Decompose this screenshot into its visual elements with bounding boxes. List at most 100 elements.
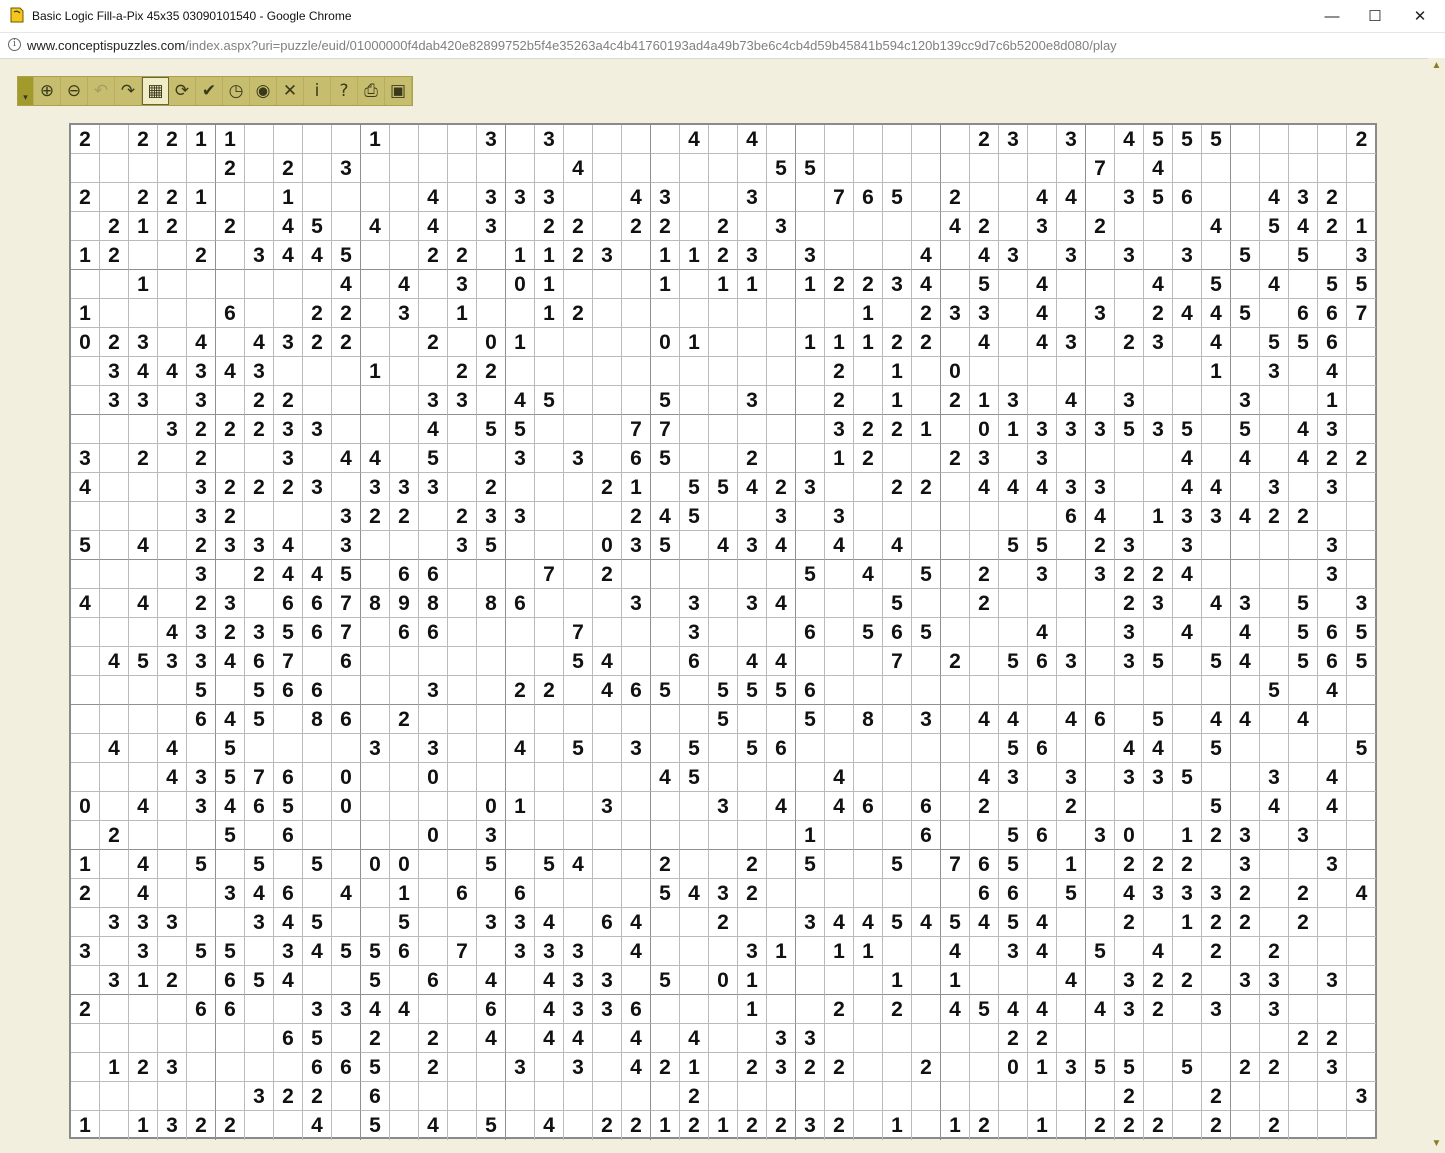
puzzle-cell[interactable]	[535, 763, 564, 792]
puzzle-cell[interactable]: 4	[1289, 212, 1318, 241]
puzzle-cell[interactable]	[825, 1024, 854, 1053]
puzzle-cell[interactable]	[1347, 357, 1376, 386]
puzzle-cell[interactable]	[187, 734, 216, 763]
puzzle-cell[interactable]	[477, 386, 506, 415]
puzzle-cell[interactable]	[158, 299, 187, 328]
puzzle-cell[interactable]: 3	[1086, 415, 1115, 444]
puzzle-cell[interactable]	[535, 357, 564, 386]
puzzle-cell[interactable]	[1318, 1111, 1347, 1140]
puzzle-cell[interactable]: 6	[245, 792, 274, 821]
puzzle-cell[interactable]	[854, 589, 883, 618]
puzzle-cell[interactable]: 5	[1231, 299, 1260, 328]
puzzle-cell[interactable]	[448, 966, 477, 995]
puzzle-cell[interactable]	[419, 879, 448, 908]
puzzle-cell[interactable]: 1	[651, 270, 680, 299]
puzzle-cell[interactable]	[680, 444, 709, 473]
puzzle-cell[interactable]	[535, 502, 564, 531]
puzzle-cell[interactable]: 4	[1231, 647, 1260, 676]
puzzle-cell[interactable]	[564, 821, 593, 850]
puzzle-cell[interactable]	[883, 502, 912, 531]
puzzle-cell[interactable]: 2	[274, 473, 303, 502]
puzzle-cell[interactable]: 3	[1318, 850, 1347, 879]
puzzle-cell[interactable]: 4	[1260, 183, 1289, 212]
puzzle-cell[interactable]	[709, 1024, 738, 1053]
puzzle-cell[interactable]: 4	[912, 270, 941, 299]
puzzle-cell[interactable]	[361, 879, 390, 908]
puzzle-cell[interactable]	[767, 705, 796, 734]
puzzle-cell[interactable]: 4	[361, 444, 390, 473]
puzzle-cell[interactable]	[1173, 154, 1202, 183]
url-text[interactable]: www.conceptispuzzles.com/index.aspx?uri=…	[27, 38, 1117, 53]
puzzle-cell[interactable]	[100, 531, 129, 560]
puzzle-cell[interactable]	[477, 763, 506, 792]
puzzle-cell[interactable]: 0	[1115, 821, 1144, 850]
puzzle-cell[interactable]: 1	[622, 473, 651, 502]
puzzle-cell[interactable]	[941, 415, 970, 444]
puzzle-cell[interactable]: 3	[535, 125, 564, 154]
puzzle-cell[interactable]	[941, 473, 970, 502]
puzzle-cell[interactable]	[1115, 676, 1144, 705]
puzzle-cell[interactable]	[622, 1082, 651, 1111]
puzzle-cell[interactable]	[1057, 821, 1086, 850]
puzzle-cell[interactable]: 4	[216, 792, 245, 821]
puzzle-cell[interactable]	[1260, 821, 1289, 850]
puzzle-cell[interactable]: 2	[970, 1111, 999, 1140]
puzzle-cell[interactable]: 7	[274, 647, 303, 676]
puzzle-cell[interactable]	[1028, 357, 1057, 386]
puzzle-cell[interactable]	[1173, 705, 1202, 734]
puzzle-cell[interactable]	[1260, 647, 1289, 676]
puzzle-cell[interactable]	[941, 270, 970, 299]
puzzle-cell[interactable]	[622, 705, 651, 734]
puzzle-cell[interactable]: 3	[100, 386, 129, 415]
puzzle-cell[interactable]	[448, 763, 477, 792]
puzzle-cell[interactable]: 4	[767, 647, 796, 676]
puzzle-cell[interactable]	[71, 821, 100, 850]
puzzle-cell[interactable]: 2	[825, 1053, 854, 1082]
puzzle-cell[interactable]	[796, 415, 825, 444]
puzzle-cell[interactable]	[912, 386, 941, 415]
puzzle-cell[interactable]	[564, 1082, 593, 1111]
puzzle-cell[interactable]	[71, 357, 100, 386]
puzzle-cell[interactable]	[767, 386, 796, 415]
puzzle-cell[interactable]	[593, 299, 622, 328]
puzzle-cell[interactable]: 3	[564, 444, 593, 473]
puzzle-cell[interactable]	[1144, 212, 1173, 241]
puzzle-cell[interactable]: 3	[477, 502, 506, 531]
puzzle-cell[interactable]	[1173, 212, 1202, 241]
puzzle-cell[interactable]	[854, 966, 883, 995]
puzzle-cell[interactable]	[535, 647, 564, 676]
puzzle-cell[interactable]: 2	[738, 1111, 767, 1140]
puzzle-cell[interactable]: 7	[332, 618, 361, 647]
puzzle-cell[interactable]: 2	[1144, 995, 1173, 1024]
puzzle-cell[interactable]: 3	[245, 241, 274, 270]
puzzle-cell[interactable]	[361, 531, 390, 560]
puzzle-cell[interactable]: 4	[129, 357, 158, 386]
help-button[interactable]: ?	[331, 77, 358, 105]
puzzle-cell[interactable]	[1289, 676, 1318, 705]
puzzle-cell[interactable]	[1144, 531, 1173, 560]
puzzle-cell[interactable]	[506, 560, 535, 589]
puzzle-cell[interactable]: 4	[651, 763, 680, 792]
puzzle-cell[interactable]	[448, 1053, 477, 1082]
puzzle-cell[interactable]	[912, 357, 941, 386]
puzzle-cell[interactable]	[1318, 589, 1347, 618]
puzzle-cell[interactable]: 3	[390, 299, 419, 328]
puzzle-cell[interactable]: 4	[245, 879, 274, 908]
puzzle-cell[interactable]: 2	[1347, 444, 1376, 473]
puzzle-cell[interactable]	[187, 154, 216, 183]
puzzle-cell[interactable]: 5	[564, 734, 593, 763]
puzzle-cell[interactable]	[390, 125, 419, 154]
puzzle-cell[interactable]: 2	[158, 125, 187, 154]
puzzle-cell[interactable]	[245, 1024, 274, 1053]
menu-button[interactable]: ▾	[18, 77, 34, 105]
puzzle-cell[interactable]: 2	[129, 183, 158, 212]
puzzle-cell[interactable]	[1289, 763, 1318, 792]
puzzle-cell[interactable]: 2	[1086, 1111, 1115, 1140]
puzzle-cell[interactable]	[1115, 705, 1144, 734]
puzzle-cell[interactable]	[622, 241, 651, 270]
puzzle-cell[interactable]	[506, 995, 535, 1024]
puzzle-cell[interactable]: 2	[825, 1111, 854, 1140]
puzzle-cell[interactable]	[970, 937, 999, 966]
puzzle-cell[interactable]: 5	[245, 676, 274, 705]
puzzle-cell[interactable]: 2	[419, 241, 448, 270]
